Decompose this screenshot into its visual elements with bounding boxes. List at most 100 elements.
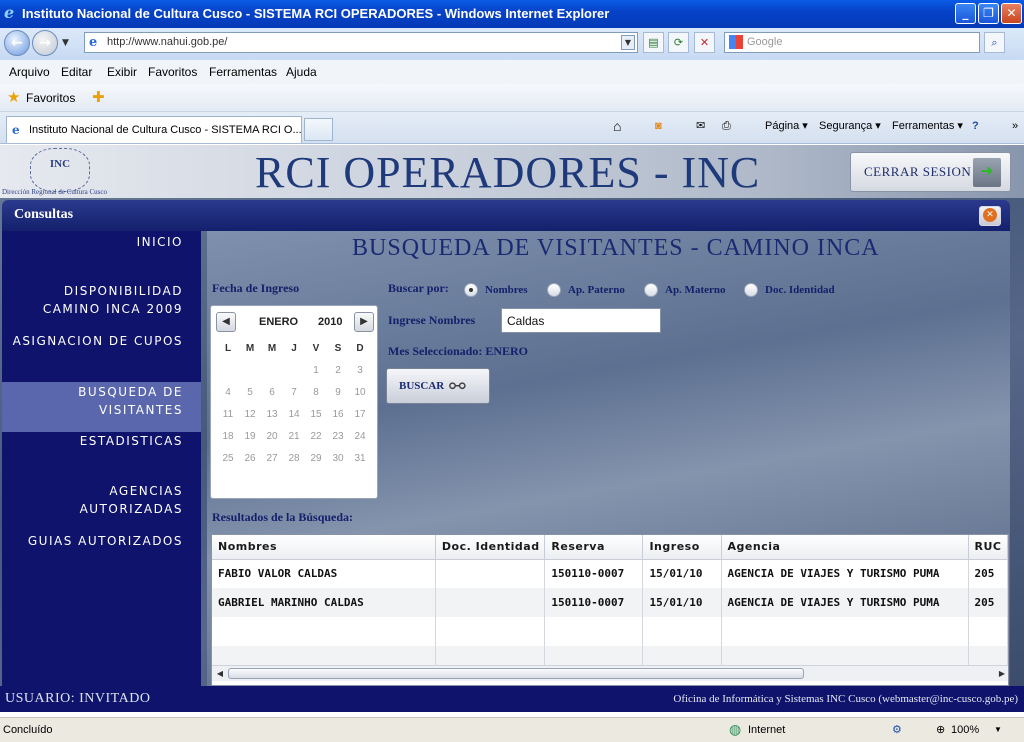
calendar-day[interactable]: 20 [261, 430, 283, 444]
col-header-ingreso[interactable]: Ingreso [642, 535, 722, 560]
logout-button[interactable]: CERRAR SESION [850, 152, 1011, 192]
col-header-ruc[interactable]: RUC [968, 535, 1008, 560]
name-search-input[interactable] [501, 308, 661, 333]
prev-month-button[interactable]: ◀ [216, 312, 236, 332]
search-field[interactable]: Google [724, 32, 980, 53]
favorites-star-icon[interactable]: ★ [7, 89, 20, 106]
menu-favoritos[interactable]: Favoritos [148, 60, 197, 84]
history-dropdown-icon[interactable]: ▼ [62, 38, 69, 48]
calendar-day[interactable]: 24 [349, 430, 371, 444]
forward-button[interactable]: → [32, 30, 58, 56]
calendar-day[interactable]: 4 [217, 386, 239, 400]
restore-button[interactable]: ❐ [978, 3, 999, 24]
col-header-nombres[interactable]: Nombres [212, 535, 436, 560]
menu-editar[interactable]: Editar [61, 60, 92, 84]
col-header-reserva[interactable]: Reserva [544, 535, 644, 560]
calendar-day[interactable]: 14 [283, 408, 305, 422]
calendar-day[interactable]: 5 [239, 386, 261, 400]
calendar-day[interactable]: 11 [217, 408, 239, 422]
calendar-day[interactable]: 19 [239, 430, 261, 444]
zoom-icon[interactable]: ⊕ [936, 718, 945, 742]
more-commands-button[interactable]: » [1012, 118, 1018, 134]
print-icon[interactable]: ⎙ [722, 118, 731, 134]
sidebar-item-disponibilidad[interactable]: DISPONIBILIDAD CAMINO INCA 2009 [2, 282, 201, 320]
help-icon[interactable]: ? [972, 118, 979, 134]
calendar-day[interactable]: 9 [327, 386, 349, 400]
table-row[interactable]: FABIO VALOR CALDAS 150110-0007 15/01/10 … [212, 559, 1008, 588]
protected-mode-icon[interactable]: ⚙ [892, 718, 902, 742]
add-favorite-icon[interactable]: ✚ [92, 89, 105, 106]
calendar-day[interactable]: 8 [305, 386, 327, 400]
sidebar-item-inicio[interactable]: INICIO [2, 233, 201, 251]
zoom-dropdown-icon[interactable]: ▼ [994, 718, 1002, 742]
sidebar-item-guias[interactable]: GUIAS AUTORIZADOS [2, 532, 201, 550]
horizontal-scrollbar[interactable]: ◀ ▶ [212, 665, 1008, 681]
minimize-button[interactable]: _ [955, 3, 976, 24]
calendar-day[interactable]: 30 [327, 452, 349, 466]
calendar-day[interactable]: 17 [349, 408, 371, 422]
new-tab-button[interactable] [304, 118, 333, 141]
col-header-agencia[interactable]: Agencia [721, 535, 969, 560]
calendar-day[interactable]: 13 [261, 408, 283, 422]
scroll-left-icon[interactable]: ◀ [213, 667, 227, 681]
calendar-day[interactable]: 21 [283, 430, 305, 444]
weekday-header: L [224, 343, 232, 354]
search-icon[interactable]: ⌕ [984, 32, 1005, 53]
calendar-day[interactable]: 25 [217, 452, 239, 466]
calendar-day[interactable]: 29 [305, 452, 327, 466]
menu-arquivo[interactable]: Arquivo [9, 60, 50, 84]
radio-ap-materno[interactable] [644, 283, 658, 297]
next-month-button[interactable]: ▶ [354, 312, 374, 332]
favorites-button[interactable]: Favoritos [26, 90, 75, 106]
zoom-level[interactable]: 100% [951, 718, 979, 742]
search-button[interactable]: BUSCAR ⚯ [386, 368, 490, 404]
security-menu[interactable]: Segurança ▾ [819, 118, 881, 134]
calendar-day[interactable]: 6 [261, 386, 283, 400]
address-field[interactable]: e http://www.nahui.gob.pe/ ▼ [84, 32, 638, 53]
home-icon[interactable]: ⌂ [613, 118, 621, 134]
sidebar-item-busqueda[interactable]: BUSQUEDA DE VISITANTES [2, 382, 201, 432]
calendar-day[interactable]: 27 [261, 452, 283, 466]
calendar-day[interactable]: 23 [327, 430, 349, 444]
calendar-day[interactable]: 2 [327, 364, 349, 378]
table-row[interactable]: GABRIEL MARINHO CALDAS 150110-0007 15/01… [212, 588, 1008, 617]
sidebar-item-asignacion[interactable]: ASIGNACION DE CUPOS [2, 332, 201, 350]
calendar-day[interactable]: 12 [239, 408, 261, 422]
calendar-day[interactable]: 3 [349, 364, 371, 378]
calendar-day[interactable]: 22 [305, 430, 327, 444]
scroll-thumb[interactable] [228, 668, 804, 679]
status-bar: Concluído ◍ Internet ⚙ ⊕ 100% ▼ [0, 717, 1024, 742]
menu-ajuda[interactable]: Ajuda [286, 60, 317, 84]
calendar-day[interactable]: 1 [305, 364, 327, 378]
compatibility-view-icon[interactable]: ▤ [643, 32, 664, 53]
back-button[interactable]: ← [4, 30, 30, 56]
calendar-day[interactable]: 28 [283, 452, 305, 466]
stop-icon[interactable]: ✕ [694, 32, 715, 53]
sidebar-item-estadisticas[interactable]: ESTADISTICAS [2, 432, 201, 450]
mail-icon[interactable]: ✉ [696, 118, 705, 134]
menu-ferramentas[interactable]: Ferramentas [209, 60, 277, 84]
browser-tab[interactable]: e Instituto Nacional de Cultura Cusco - … [6, 116, 302, 143]
calendar-day[interactable]: 26 [239, 452, 261, 466]
calendar-day[interactable]: 18 [217, 430, 239, 444]
radio-doc-identidad[interactable] [744, 283, 758, 297]
tools-menu[interactable]: Ferramentas ▾ [892, 118, 963, 134]
close-panel-icon[interactable] [979, 206, 1001, 226]
feeds-icon[interactable]: ◙ [655, 118, 662, 134]
radio-ap-paterno[interactable] [547, 283, 561, 297]
scroll-right-icon[interactable]: ▶ [995, 667, 1008, 681]
address-dropdown-icon[interactable]: ▼ [621, 35, 635, 50]
page-menu[interactable]: Página ▾ [765, 118, 808, 134]
calendar-day[interactable]: 31 [349, 452, 371, 466]
logo-subtitle: Dirección Regional de Cultura Cusco [2, 188, 107, 196]
calendar-day[interactable]: 7 [283, 386, 305, 400]
calendar-day[interactable]: 10 [349, 386, 371, 400]
calendar-day[interactable]: 16 [327, 408, 349, 422]
col-header-doc[interactable]: Doc. Identidad [435, 535, 546, 560]
close-window-button[interactable]: ✕ [1001, 3, 1022, 24]
radio-nombres[interactable] [464, 283, 478, 297]
calendar-day[interactable]: 15 [305, 408, 327, 422]
menu-exibir[interactable]: Exibir [107, 60, 137, 84]
sidebar-item-agencias[interactable]: AGENCIAS AUTORIZADAS [2, 482, 201, 520]
refresh-icon[interactable]: ⟳ [668, 32, 689, 53]
